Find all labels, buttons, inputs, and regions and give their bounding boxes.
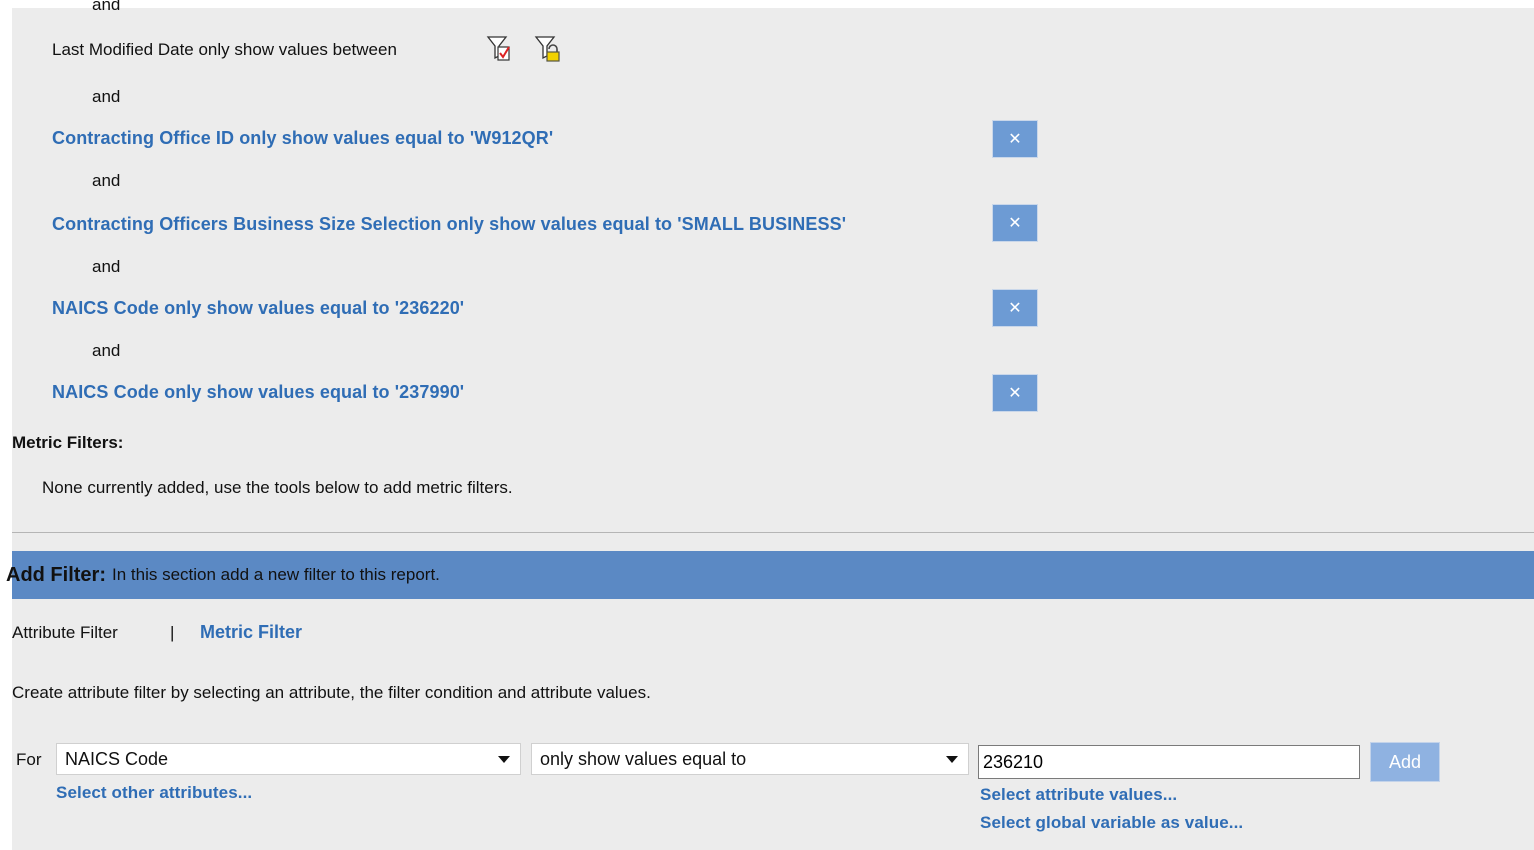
close-icon: ✕ [1008,300,1022,317]
select-global-variable-link[interactable]: Select global variable as value... [980,813,1243,833]
metric-filters-heading: Metric Filters: [12,433,124,452]
metric-filters-empty-message: None currently added, use the tools belo… [42,478,513,497]
remove-filter-button[interactable]: ✕ [992,204,1038,242]
connector-and: and [92,171,121,190]
select-attribute-values-link[interactable]: Select attribute values... [980,785,1177,805]
add-button[interactable]: Add [1370,742,1440,782]
tab-separator: | [170,623,175,642]
filter-item-link[interactable]: NAICS Code only show values equal to '23… [52,298,464,319]
close-icon: ✕ [1008,215,1022,232]
attribute-filter-instruction: Create attribute filter by selecting an … [12,683,651,702]
attribute-select[interactable]: NAICS Code [56,743,521,775]
select-other-attributes-link[interactable]: Select other attributes... [56,783,252,803]
remove-filter-button[interactable]: ✕ [992,289,1038,327]
add-filter-header: Add Filter: In this section add a new fi… [6,551,1534,599]
edit-filter-icon[interactable] [486,34,512,64]
connector-and: and [92,257,121,276]
filter-item-link[interactable]: Contracting Office ID only show values e… [52,128,553,149]
chevron-down-icon [498,755,510,763]
close-icon: ✕ [1008,385,1022,402]
filter-item-link[interactable]: NAICS Code only show values equal to '23… [52,382,464,403]
condition-select[interactable]: only show values equal to [531,743,969,775]
chevron-down-icon [946,755,958,763]
connector-and: and [92,87,121,106]
for-label: For [16,750,42,769]
close-icon: ✕ [1008,131,1022,148]
add-filter-description: In this section add a new filter to this… [112,565,440,584]
tab-attribute-filter[interactable]: Attribute Filter [12,623,118,643]
filter-item-link[interactable]: Contracting Officers Business Size Selec… [52,214,846,235]
remove-filter-button[interactable]: ✕ [992,374,1038,412]
tab-metric-filter[interactable]: Metric Filter [200,622,302,643]
last-modified-filter-label: Last Modified Date only show values betw… [52,40,397,59]
attribute-select-value: NAICS Code [65,748,169,769]
section-divider [12,532,1534,533]
add-filter-title: Add Filter: [6,563,106,586]
condition-select-value: only show values equal to [540,748,747,769]
connector-and: and [92,341,121,360]
filter-editor-panel: and Last Modified Date only show values … [6,0,1534,850]
connector-and-cut: and [92,0,121,14]
lock-filter-icon[interactable] [534,34,560,64]
remove-filter-button[interactable]: ✕ [992,120,1038,158]
attribute-value-input[interactable] [978,745,1360,779]
